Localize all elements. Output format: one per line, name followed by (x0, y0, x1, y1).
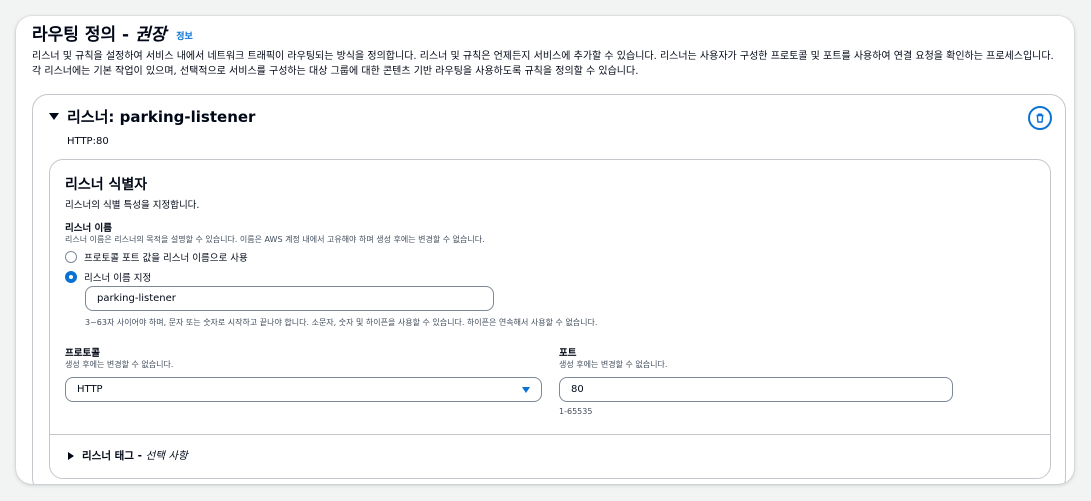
listener-protocol-port: HTTP:80 (67, 136, 109, 147)
listener-name-input[interactable]: parking-listener (85, 286, 494, 311)
trash-icon (1036, 113, 1044, 123)
caret-down-icon (49, 113, 59, 120)
listener-tags-toggle[interactable]: 리스너 태그 - 선택 사항 (68, 448, 188, 463)
listener-name-hint: 3~63자 사이어야 하며, 문자 또는 숫자로 시작하고 끝나야 합니다. 소… (85, 318, 598, 327)
port-input[interactable]: 80 (559, 377, 953, 402)
protocol-select-value: HTTP (77, 384, 103, 395)
info-link[interactable]: 정보 (176, 32, 193, 42)
section-description: 리스너 및 규칙을 설정하여 서비스 내에서 네트워크 트래픽이 라우팅되는 방… (32, 51, 1054, 77)
identifier-description: 리스너의 식별 특성을 지정합니다. (65, 200, 200, 211)
listener-identifier-panel: 리스너 식별자 리스너의 식별 특성을 지정합니다. 리스너 이름 리스너 이름… (49, 159, 1051, 479)
protocol-label: 프로토콜 (65, 348, 100, 359)
caret-down-icon (522, 386, 530, 393)
listener-name-description: 리스너 이름은 리스너의 목적을 설명할 수 있습니다. 이름은 AWS 계정 … (65, 235, 485, 244)
section-title-italic: 권장 (135, 25, 167, 45)
listener-header: 리스너: parking-listener (67, 108, 256, 126)
port-description: 생성 후에는 변경할 수 없습니다. (559, 360, 668, 369)
protocol-description: 생성 후에는 변경할 수 없습니다. (65, 360, 174, 369)
remove-listener-button[interactable] (1028, 106, 1052, 130)
radio-custom-name[interactable]: 리스너 이름 지정 (65, 270, 151, 284)
radio-use-protocol-port[interactable]: 프로토콜 포트 값을 리스너 이름으로 사용 (65, 250, 248, 264)
listener-toggle[interactable]: 리스너: parking-listener (49, 106, 255, 127)
divider (50, 434, 1050, 435)
section-title: 라우팅 정의 - 권장 정보 (32, 20, 193, 45)
listener-tags-label: 리스너 태그 - (82, 450, 146, 462)
listener-tags-optional: 선택 사항 (145, 450, 188, 462)
listener-name-label: 리스너 이름 (65, 223, 113, 234)
radio-custom-name-label: 리스너 이름 지정 (84, 273, 152, 284)
port-label: 포트 (559, 348, 577, 359)
radio-unchecked-icon (65, 251, 77, 263)
radio-checked-icon (65, 271, 77, 283)
caret-right-icon (68, 451, 74, 460)
protocol-select[interactable]: HTTP (65, 377, 542, 402)
identifier-title: 리스너 식별자 (65, 177, 148, 193)
radio-use-protocol-port-label: 프로토콜 포트 값을 리스너 이름으로 사용 (84, 253, 248, 264)
routing-card: 라우팅 정의 - 권장 정보 리스너 및 규칙을 설정하여 서비스 내에서 네트… (16, 16, 1074, 484)
port-hint: 1-65535 (559, 407, 593, 416)
listener-container: 리스너: parking-listener HTTP:80 리스너 식별자 리스… (32, 94, 1066, 484)
section-title-text: 라우팅 정의 - (32, 25, 136, 45)
